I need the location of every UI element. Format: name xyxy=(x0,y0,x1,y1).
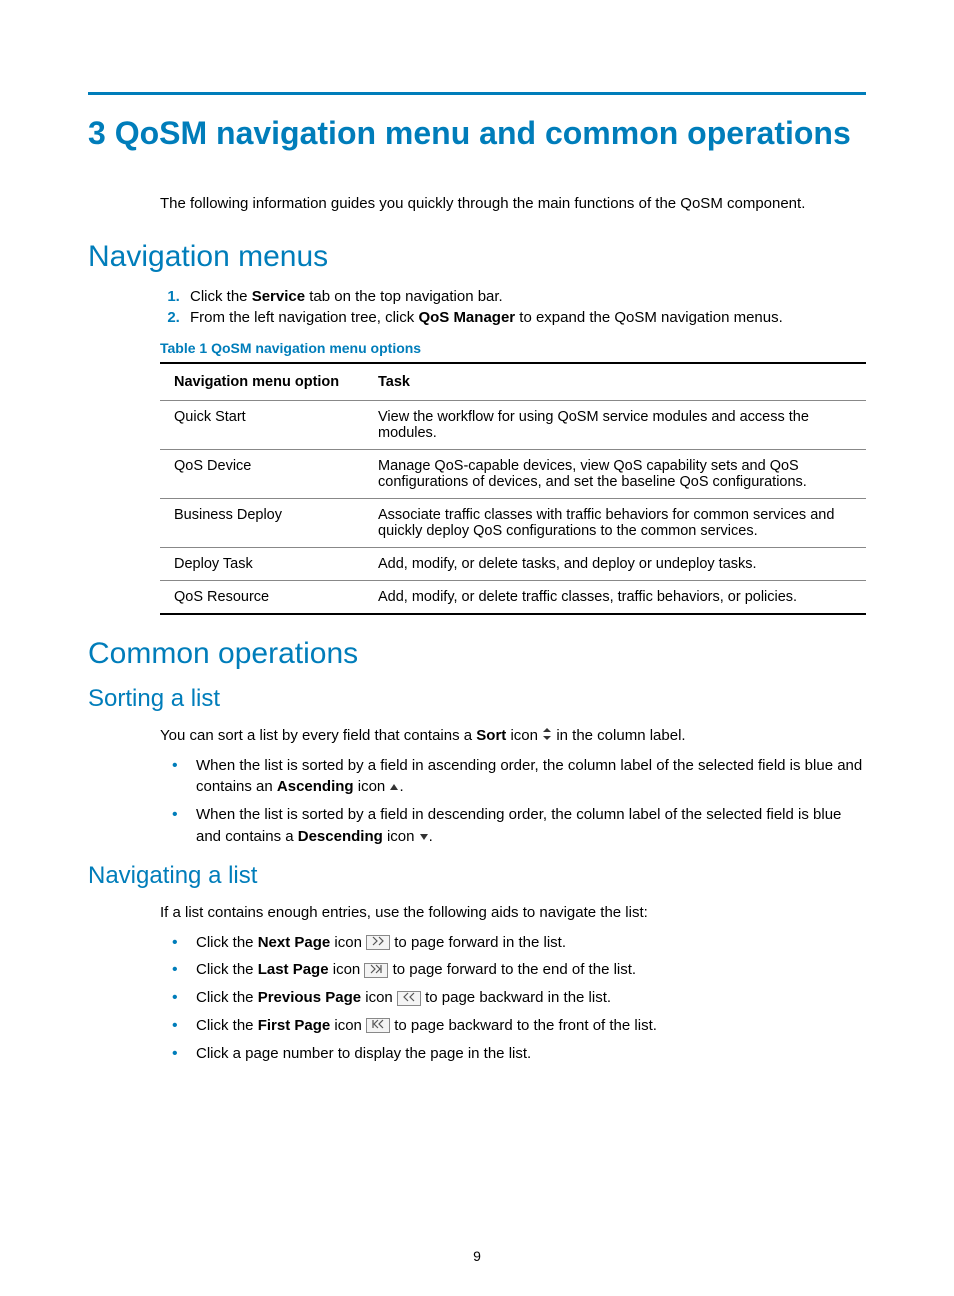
text: Click the xyxy=(196,989,258,1006)
document-page: 3 QoSM navigation menu and common operat… xyxy=(0,0,954,1296)
list-item: Click the First Page icon to page backwa… xyxy=(160,1015,866,1037)
step-2: From the left navigation tree, click QoS… xyxy=(184,309,866,326)
bold-text: Ascending xyxy=(277,778,354,795)
text: Click the xyxy=(196,1017,258,1034)
text: . xyxy=(399,778,403,795)
table-header-row: Navigation menu option Task xyxy=(160,363,866,401)
list-item: Click the Last Page icon to page forward… xyxy=(160,959,866,981)
step-1: Click the Service tab on the top navigat… xyxy=(184,288,866,305)
text: icon xyxy=(354,778,390,795)
sorting-bullets: When the list is sorted by a field in as… xyxy=(160,755,866,848)
text: icon xyxy=(330,1017,366,1034)
last-page-icon xyxy=(364,963,388,978)
text: to page backward to the front of the lis… xyxy=(390,1017,657,1034)
text: icon xyxy=(329,961,365,978)
table-row: QoS Resource Add, modify, or delete traf… xyxy=(160,580,866,614)
step-text: to expand the QoSM navigation menus. xyxy=(515,309,783,326)
step-bold: Service xyxy=(252,288,305,305)
bold-text: Last Page xyxy=(258,961,329,978)
table-cell-task: Manage QoS-capable devices, view QoS cap… xyxy=(364,449,866,498)
text: When the list is sorted by a field in de… xyxy=(196,806,841,845)
text: icon xyxy=(330,934,366,951)
first-page-icon xyxy=(366,1018,390,1033)
navigation-steps-list: Click the Service tab on the top navigat… xyxy=(160,288,866,326)
text: to page backward in the list. xyxy=(421,989,611,1006)
list-item: Click a page number to display the page … xyxy=(160,1043,866,1065)
step-text: Click the xyxy=(190,288,252,305)
text: icon xyxy=(361,989,397,1006)
bold-text: Next Page xyxy=(258,934,331,951)
descending-icon xyxy=(419,826,429,848)
text: to page forward in the list. xyxy=(390,934,566,951)
bold-text: Descending xyxy=(298,828,383,845)
intro-paragraph: The following information guides you qui… xyxy=(160,195,866,212)
step-text: tab on the top navigation bar. xyxy=(305,288,503,305)
table-row: QoS Device Manage QoS-capable devices, v… xyxy=(160,449,866,498)
text: Click the xyxy=(196,934,258,951)
section-common-operations: Common operations xyxy=(88,637,866,671)
bold-text: Previous Page xyxy=(258,989,361,1006)
list-item: When the list is sorted by a field in as… xyxy=(160,755,866,799)
table-cell-task: Associate traffic classes with traffic b… xyxy=(364,498,866,547)
text: Click a page number to display the page … xyxy=(196,1045,531,1062)
bold-text: Sort xyxy=(476,727,506,744)
navigation-options-table: Navigation menu option Task Quick Start … xyxy=(160,362,866,615)
text: Click the xyxy=(196,961,258,978)
subsection-sorting: Sorting a list xyxy=(88,685,866,713)
table-header-option: Navigation menu option xyxy=(160,363,364,401)
list-item: When the list is sorted by a field in de… xyxy=(160,804,866,848)
table-header-task: Task xyxy=(364,363,866,401)
table-cell-option: Deploy Task xyxy=(160,547,364,580)
text: to page forward to the end of the list. xyxy=(388,961,636,978)
sort-icon xyxy=(542,725,552,747)
table-cell-task: Add, modify, or delete traffic classes, … xyxy=(364,580,866,614)
ascending-icon xyxy=(389,776,399,798)
table-row: Quick Start View the workflow for using … xyxy=(160,400,866,449)
text: in the column label. xyxy=(552,727,685,744)
table-cell-option: QoS Device xyxy=(160,449,364,498)
text: icon xyxy=(383,828,419,845)
table-cell-task: View the workflow for using QoSM service… xyxy=(364,400,866,449)
step-bold: QoS Manager xyxy=(418,309,515,326)
table-row: Deploy Task Add, modify, or delete tasks… xyxy=(160,547,866,580)
list-item: Click the Next Page icon to page forward… xyxy=(160,932,866,954)
chapter-title: 3 QoSM navigation menu and common operat… xyxy=(88,113,866,155)
table-cell-task: Add, modify, or delete tasks, and deploy… xyxy=(364,547,866,580)
step-text: From the left navigation tree, click xyxy=(190,309,418,326)
text: icon xyxy=(506,727,542,744)
table-row: Business Deploy Associate traffic classe… xyxy=(160,498,866,547)
subsection-navigating: Navigating a list xyxy=(88,862,866,890)
bold-text: First Page xyxy=(258,1017,331,1034)
page-number: 9 xyxy=(0,1248,954,1264)
text: You can sort a list by every field that … xyxy=(160,727,476,744)
navigating-intro: If a list contains enough entries, use t… xyxy=(160,902,866,924)
navigating-bullets: Click the Next Page icon to page forward… xyxy=(160,932,866,1065)
table-cell-option: Quick Start xyxy=(160,400,364,449)
sorting-intro: You can sort a list by every field that … xyxy=(160,725,866,747)
section-navigation-menus: Navigation menus xyxy=(88,240,866,274)
table-cell-option: Business Deploy xyxy=(160,498,364,547)
top-rule xyxy=(88,92,866,95)
text: . xyxy=(429,828,433,845)
next-page-icon xyxy=(366,935,390,950)
list-item: Click the Previous Page icon to page bac… xyxy=(160,987,866,1009)
previous-page-icon xyxy=(397,991,421,1006)
table-caption: Table 1 QoSM navigation menu options xyxy=(160,340,866,356)
table-cell-option: QoS Resource xyxy=(160,580,364,614)
